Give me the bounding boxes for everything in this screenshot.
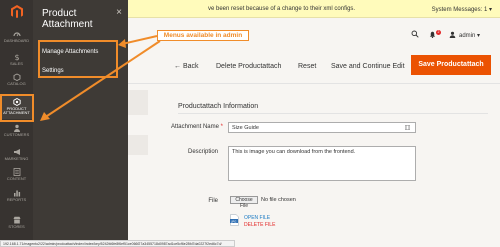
nav-content[interactable]: CONTENT bbox=[0, 168, 33, 181]
annotation-callout: Menus available in admin bbox=[157, 30, 249, 41]
dollar-icon: $ bbox=[14, 53, 19, 61]
notification-count-badge: 2 bbox=[436, 30, 441, 35]
nav-customers[interactable]: CUSTOMERS bbox=[0, 124, 33, 137]
dashboard-icon bbox=[12, 32, 21, 37]
nav-stores[interactable]: STORES bbox=[0, 216, 33, 229]
field-icon bbox=[405, 125, 410, 130]
back-button[interactable]: ← Back bbox=[174, 63, 199, 70]
nav-dashboard[interactable]: DASHBOARD bbox=[0, 30, 33, 43]
delete-button[interactable]: Delete Productattach bbox=[216, 63, 281, 70]
section-divider bbox=[178, 113, 488, 114]
magento-logo-icon[interactable] bbox=[9, 4, 25, 20]
bell-icon[interactable] bbox=[429, 31, 436, 38]
attachment-name-value: Size Guide bbox=[232, 125, 259, 131]
description-label: Description bbox=[187, 149, 218, 155]
nav-reports[interactable]: REPORTS bbox=[0, 189, 33, 202]
description-textarea[interactable]: This is image you can download from the … bbox=[228, 146, 416, 181]
admin-user-menu[interactable]: admin ▾ bbox=[459, 32, 480, 39]
megaphone-icon bbox=[13, 149, 20, 155]
attachment-name-label: Attachment Name * bbox=[163, 124, 223, 130]
save-continue-button[interactable]: Save and Continue Edit bbox=[331, 63, 405, 70]
tab-panel[interactable] bbox=[128, 90, 148, 115]
flyout-title: Product Attachment bbox=[42, 8, 93, 30]
box-icon bbox=[13, 73, 20, 81]
attachment-name-label-text: Attachment Name bbox=[170, 124, 219, 130]
description-value: This is image you can download from the … bbox=[232, 149, 356, 155]
nav-marketing[interactable]: MARKETING bbox=[0, 148, 33, 161]
attachment-name-input[interactable]: Size Guide bbox=[228, 122, 416, 133]
nav-catalog[interactable]: CATALOG bbox=[0, 73, 33, 86]
status-bar-url: 192.168.1.71/magento2/22/admin/prodcatta… bbox=[0, 240, 235, 247]
annotation-highlight-menu bbox=[38, 40, 118, 78]
delete-file-link[interactable]: DELETE FILE bbox=[244, 222, 275, 228]
open-file-link[interactable]: OPEN FILE bbox=[244, 215, 270, 221]
search-icon[interactable] bbox=[411, 30, 419, 38]
content-icon bbox=[13, 168, 20, 176]
system-messages-toggle[interactable]: System Messages: 1 ▾ bbox=[432, 6, 492, 13]
store-icon bbox=[13, 216, 20, 224]
save-button[interactable]: Save Productattach bbox=[411, 55, 491, 75]
jpg-file-icon: JPG bbox=[230, 214, 239, 226]
jpg-label: JPG bbox=[230, 219, 237, 223]
notice-text: ve been reset because of a change to the… bbox=[208, 6, 356, 12]
close-icon[interactable]: × bbox=[116, 7, 122, 18]
notice-bar: ve been reset because of a change to the… bbox=[128, 0, 500, 18]
admin-sidebar: DASHBOARD $ SALES CATALOG PRODUCT ATTACH… bbox=[0, 0, 33, 247]
choose-file-button[interactable]: Choose File bbox=[230, 196, 258, 209]
section-title: Productattach Information bbox=[178, 103, 259, 110]
user-icon[interactable] bbox=[449, 31, 456, 38]
required-mark: * bbox=[220, 124, 223, 130]
no-file-text: No file chosen bbox=[261, 197, 296, 203]
nav-sales[interactable]: $ SALES bbox=[0, 53, 33, 66]
bar-chart-icon bbox=[13, 190, 20, 197]
annotation-highlight-nav bbox=[0, 94, 34, 122]
person-icon bbox=[13, 124, 20, 132]
tab-panel[interactable] bbox=[128, 135, 148, 155]
file-label: File bbox=[208, 198, 218, 204]
svg-text:$: $ bbox=[14, 53, 19, 61]
reset-button[interactable]: Reset bbox=[298, 63, 316, 70]
divider bbox=[128, 83, 500, 84]
product-attachment-flyout: Product Attachment × Manage Attachments … bbox=[33, 0, 128, 247]
